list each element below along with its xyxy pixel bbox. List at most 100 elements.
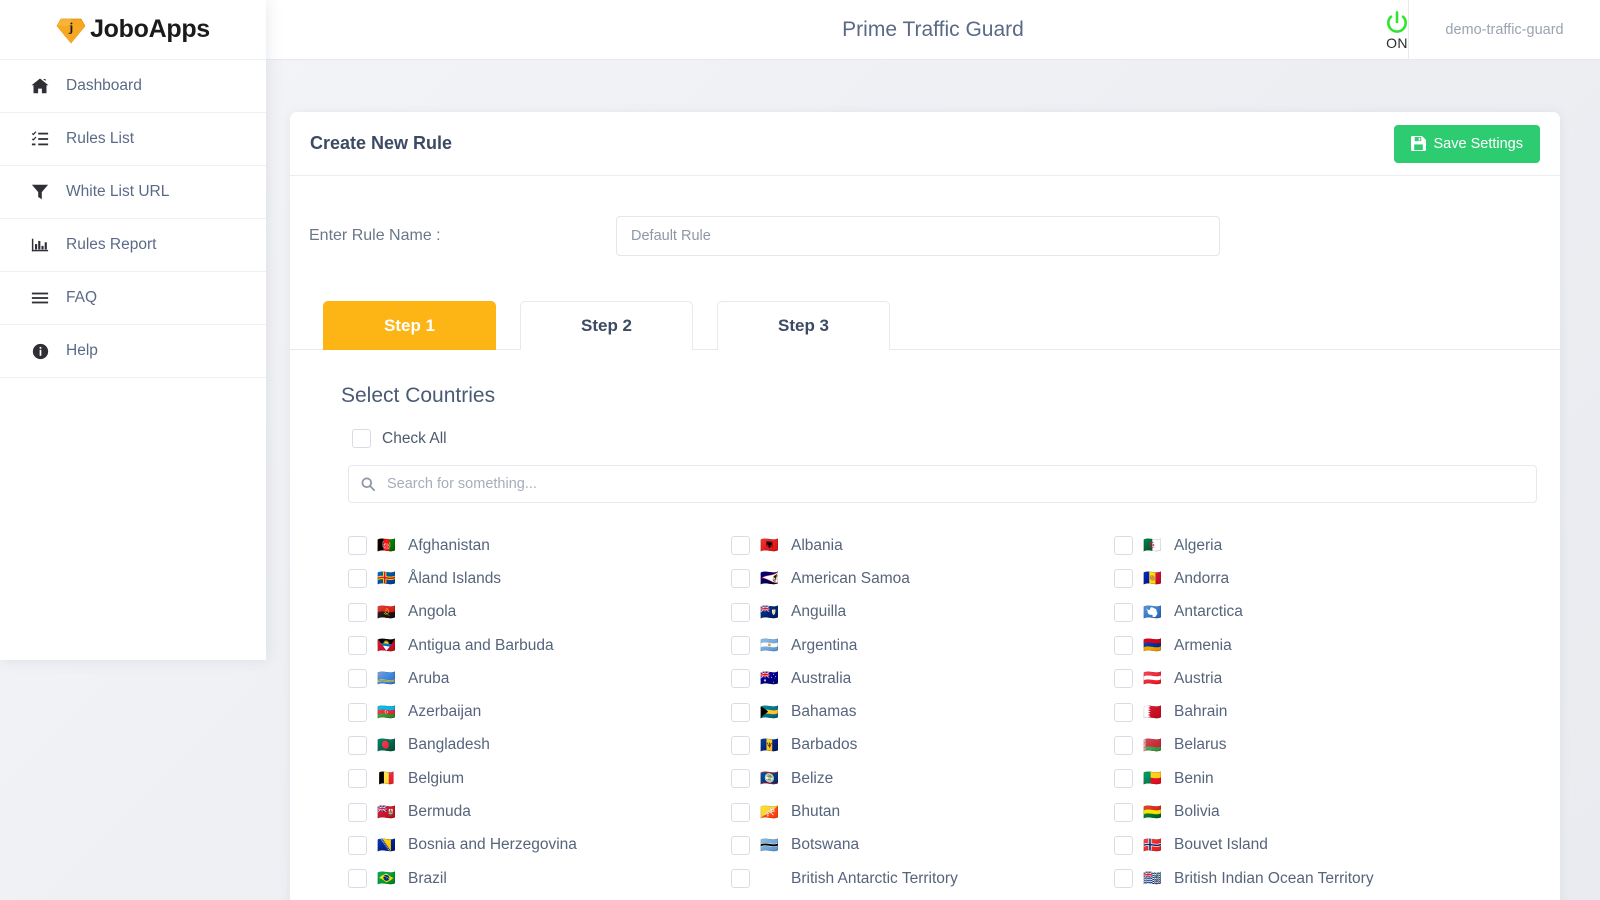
- flag-icon: 🇦🇬: [377, 638, 398, 653]
- country-row[interactable]: 🇦🇼Aruba: [348, 662, 731, 695]
- brand-logo[interactable]: j JoboApps: [0, 0, 266, 60]
- country-checkbox[interactable]: [731, 769, 750, 788]
- country-checkbox[interactable]: [348, 803, 367, 822]
- select-countries-section: Select Countries Check All 🇦🇫Afghanistan…: [290, 350, 1560, 895]
- country-row[interactable]: 🇦🇸American Samoa: [731, 562, 1114, 595]
- sidebar-item-dashboard[interactable]: Dashboard: [0, 60, 266, 113]
- country-row[interactable]: 🇧🇭Bahrain: [1114, 695, 1497, 728]
- country-checkbox[interactable]: [348, 569, 367, 588]
- country-checkbox[interactable]: [1114, 836, 1133, 855]
- country-row[interactable]: 🇧🇼Botswana: [731, 829, 1114, 862]
- country-row[interactable]: 🇦🇩Andorra: [1114, 562, 1497, 595]
- country-row[interactable]: 🇦🇽Åland Islands: [348, 562, 731, 595]
- sidebar-item-rules-list[interactable]: Rules List: [0, 113, 266, 166]
- country-checkbox[interactable]: [731, 836, 750, 855]
- sidebar-item-white-list-url[interactable]: White List URL: [0, 166, 266, 219]
- country-name: Åland Islands: [408, 570, 501, 588]
- country-checkbox[interactable]: [348, 736, 367, 755]
- country-row[interactable]: 🇧🇻Bouvet Island: [1114, 829, 1497, 862]
- country-row[interactable]: British Antarctic Territory: [731, 862, 1114, 895]
- rule-name-row: Enter Rule Name :: [290, 176, 1560, 256]
- country-name: Belize: [791, 770, 833, 788]
- country-row[interactable]: 🇧🇴Bolivia: [1114, 795, 1497, 828]
- country-checkbox[interactable]: [1114, 536, 1133, 555]
- country-row[interactable]: 🇧🇸Bahamas: [731, 695, 1114, 728]
- rule-name-input[interactable]: [616, 216, 1220, 256]
- country-row[interactable]: 🇦🇷Argentina: [731, 629, 1114, 662]
- country-checkbox[interactable]: [731, 536, 750, 555]
- country-checkbox[interactable]: [348, 703, 367, 722]
- flag-icon: 🇧🇸: [760, 705, 781, 720]
- account-label[interactable]: demo-traffic-guard: [1408, 0, 1600, 60]
- check-all-row[interactable]: Check All: [352, 429, 1560, 448]
- country-checkbox[interactable]: [731, 736, 750, 755]
- country-checkbox[interactable]: [731, 603, 750, 622]
- power-toggle[interactable]: ON: [1384, 0, 1410, 60]
- search-input[interactable]: [348, 465, 1537, 503]
- country-checkbox[interactable]: [1114, 869, 1133, 888]
- country-checkbox[interactable]: [731, 569, 750, 588]
- country-row[interactable]: 🇦🇱Albania: [731, 529, 1114, 562]
- country-row[interactable]: 🇦🇹Austria: [1114, 662, 1497, 695]
- country-checkbox[interactable]: [1114, 603, 1133, 622]
- country-checkbox[interactable]: [1114, 703, 1133, 722]
- country-checkbox[interactable]: [731, 669, 750, 688]
- country-checkbox[interactable]: [731, 803, 750, 822]
- sidebar-item-rules-report[interactable]: Rules Report: [0, 219, 266, 272]
- country-row[interactable]: 🇧🇾Belarus: [1114, 729, 1497, 762]
- country-row[interactable]: 🇩🇿Algeria: [1114, 529, 1497, 562]
- country-name: Bermuda: [408, 803, 471, 821]
- country-checkbox[interactable]: [348, 869, 367, 888]
- country-name: Barbados: [791, 736, 857, 754]
- country-row[interactable]: 🇦🇲Armenia: [1114, 629, 1497, 662]
- save-settings-button[interactable]: Save Settings: [1394, 125, 1540, 163]
- country-row[interactable]: 🇧🇹Bhutan: [731, 795, 1114, 828]
- country-checkbox[interactable]: [731, 636, 750, 655]
- sidebar-item-faq[interactable]: FAQ: [0, 272, 266, 325]
- country-row[interactable]: 🇦🇬 Antigua and Barbuda: [348, 629, 731, 662]
- country-checkbox[interactable]: [1114, 669, 1133, 688]
- country-row[interactable]: 🇧🇯Benin: [1114, 762, 1497, 795]
- tab-step-2[interactable]: Step 2: [520, 301, 693, 350]
- country-row[interactable]: 🇦🇺Australia: [731, 662, 1114, 695]
- country-checkbox[interactable]: [731, 869, 750, 888]
- country-checkbox[interactable]: [1114, 769, 1133, 788]
- country-row[interactable]: 🇦🇶Antarctica: [1114, 596, 1497, 629]
- sidebar-item-help[interactable]: Help: [0, 325, 266, 378]
- tab-step-3[interactable]: Step 3: [717, 301, 890, 350]
- flag-icon: 🇧🇷: [377, 871, 398, 886]
- country-row[interactable]: 🇧🇦Bosnia and Herzegovina: [348, 829, 731, 862]
- tab-step-1[interactable]: Step 1: [323, 301, 496, 350]
- country-row[interactable]: 🇦🇮Anguilla: [731, 596, 1114, 629]
- country-checkbox[interactable]: [731, 703, 750, 722]
- country-row[interactable]: 🇦🇴Angola: [348, 596, 731, 629]
- gem-icon: j: [56, 15, 86, 45]
- country-row[interactable]: 🇦🇫Afghanistan: [348, 529, 731, 562]
- country-checkbox[interactable]: [348, 536, 367, 555]
- country-row[interactable]: 🇧🇪Belgium: [348, 762, 731, 795]
- country-checkbox[interactable]: [1114, 636, 1133, 655]
- country-name: Antigua and Barbuda: [408, 637, 554, 655]
- bars-icon: [30, 288, 50, 308]
- country-row[interactable]: 🇧🇿Belize: [731, 762, 1114, 795]
- country-checkbox[interactable]: [348, 603, 367, 622]
- country-row[interactable]: 🇦🇿Azerbaijan: [348, 695, 731, 728]
- tab-label: Step 3: [778, 316, 829, 336]
- flag-icon: 🇦🇮: [760, 605, 781, 620]
- country-row[interactable]: 🇧🇲 Bermuda: [348, 795, 731, 828]
- country-checkbox[interactable]: [1114, 803, 1133, 822]
- country-checkbox[interactable]: [1114, 736, 1133, 755]
- check-all-checkbox[interactable]: [352, 429, 371, 448]
- country-checkbox[interactable]: [348, 669, 367, 688]
- country-checkbox[interactable]: [348, 636, 367, 655]
- flag-icon: 🇦🇶: [1143, 605, 1164, 620]
- country-row[interactable]: 🇧🇩Bangladesh: [348, 729, 731, 762]
- country-row[interactable]: 🇮🇴British Indian Ocean Territory: [1114, 862, 1497, 895]
- country-row[interactable]: 🇧🇧Barbados: [731, 729, 1114, 762]
- flag-icon: 🇧🇲: [377, 805, 398, 820]
- country-checkbox[interactable]: [348, 769, 367, 788]
- check-all-label: Check All: [382, 430, 447, 448]
- country-row[interactable]: 🇧🇷Brazil: [348, 862, 731, 895]
- country-checkbox[interactable]: [1114, 569, 1133, 588]
- country-checkbox[interactable]: [348, 836, 367, 855]
